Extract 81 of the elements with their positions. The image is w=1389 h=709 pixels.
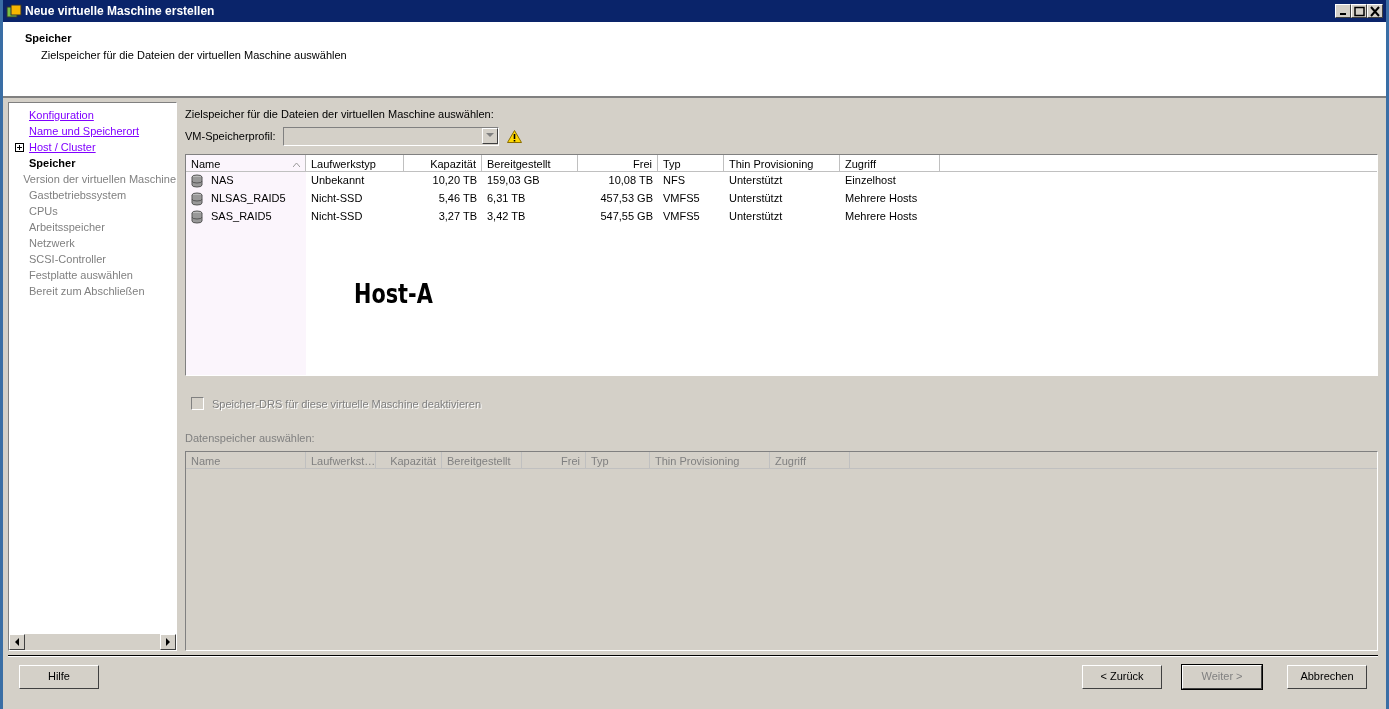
- close-button[interactable]: [1367, 4, 1383, 18]
- drs-label: Speicher-DRS für diese virtuelle Maschine deaktivieren: [212, 396, 481, 412]
- datastore-label: Datenspeicher auswählen:: [185, 431, 316, 446]
- table-cell[interactable]: NAS: [211, 172, 234, 189]
- table-cell-text: 547,55 GB: [599, 209, 654, 225]
- table-cell-text: Unterstützt: [728, 209, 784, 225]
- column-header: Frei: [522, 451, 586, 468]
- column-header: Thin Provisioning: [650, 451, 770, 468]
- table-cell-text: 159,03 GB: [486, 173, 541, 189]
- column-header: Laufwerkst…: [306, 451, 376, 468]
- database-icon: [191, 191, 203, 206]
- maximize-button[interactable]: [1351, 4, 1367, 18]
- caret-icon: [486, 133, 495, 138]
- close-icon: [1369, 5, 1381, 17]
- column-header[interactable]: Kapazität: [404, 154, 482, 171]
- table-cell-text: VMFS5: [662, 209, 701, 225]
- table-cell-text: 10,08 TB: [607, 173, 654, 189]
- table-cell-text: 5,46 TB: [437, 191, 478, 207]
- table-cell-text: VMFS5: [662, 191, 701, 207]
- wizard-step: Netzwerk: [29, 234, 75, 252]
- expand-icon[interactable]: [14, 142, 24, 152]
- minimize-icon: [1340, 13, 1346, 15]
- table-cell-text: Unterstützt: [728, 191, 784, 207]
- table-cell-text: NFS: [662, 173, 686, 189]
- wizard-step: CPUs: [29, 202, 58, 220]
- column-header: Name: [186, 451, 306, 468]
- wizard-step[interactable]: Name und Speicherort: [29, 122, 140, 140]
- wizard-step: Gastbetriebssystem: [29, 186, 127, 204]
- table-cell-text: 6,31 TB: [486, 191, 527, 207]
- scroll-right-button[interactable]: [160, 634, 176, 650]
- column-header[interactable]: Bereitgestellt: [482, 154, 578, 171]
- column-header[interactable]: Name: [186, 154, 306, 171]
- nav-button[interactable]: Abbrechen: [1287, 664, 1367, 689]
- table-cell[interactable]: SAS_RAID5: [211, 208, 272, 225]
- column-header[interactable]: Frei: [578, 154, 658, 171]
- table-cell[interactable]: NLSAS_RAID5: [211, 190, 286, 207]
- table-cell-text: 3,42 TB: [486, 209, 527, 225]
- page-title: Speicher: [25, 31, 73, 46]
- wizard-step: Festplatte auswählen: [29, 266, 133, 284]
- minimize-button[interactable]: [1335, 4, 1351, 18]
- wizard-step[interactable]: Konfiguration: [29, 106, 94, 124]
- instruction-text: Zielspeicher für die Dateien der virtuellen Maschine auswählen:: [185, 107, 495, 122]
- column-header[interactable]: Typ: [658, 154, 724, 171]
- column-header: Zugriff: [770, 451, 850, 468]
- column-header[interactable]: Zugriff: [840, 154, 940, 171]
- right-arrow-icon: [165, 638, 171, 646]
- wizard-step: SCSI-Controller: [29, 250, 107, 268]
- database-icon: [191, 173, 203, 188]
- table-cell-text: Nicht-SSD: [310, 191, 364, 207]
- table-cell-text: 10,20 TB: [431, 173, 478, 189]
- table-cell-text: Unterstützt: [728, 173, 784, 189]
- column-header: Kapazität: [376, 451, 442, 468]
- table-cell-text: Mehrere Hosts: [844, 209, 919, 225]
- column-header: Bereitgestellt: [442, 451, 522, 468]
- profile-label: VM-Speicherprofil:: [185, 128, 276, 144]
- column-header: Typ: [586, 451, 650, 468]
- left-arrow-icon: [14, 638, 20, 646]
- host-label: Host-A: [354, 277, 433, 311]
- table-cell-text: Unbekannt: [310, 173, 366, 189]
- wizard-step: Speicher: [29, 154, 76, 172]
- wizard-step: Bereit zum Abschließen: [29, 282, 145, 300]
- nav-button[interactable]: < Zurück: [1082, 664, 1162, 689]
- app-icon: [6, 3, 22, 20]
- table-cell-text: Mehrere Hosts: [844, 191, 919, 207]
- column-header[interactable]: Laufwerkstyp: [306, 154, 404, 171]
- table-cell-text: 3,27 TB: [437, 209, 478, 225]
- column-header[interactable]: Thin Provisioning: [724, 154, 840, 171]
- window-title: Neue virtuelle Maschine erstellen: [25, 3, 216, 20]
- wizard-step: Arbeitsspeicher: [29, 218, 105, 236]
- maximize-icon: [1353, 5, 1365, 17]
- nav-button: Weiter >: [1182, 664, 1262, 689]
- wizard-step[interactable]: Host / Cluster: [29, 138, 96, 156]
- table-cell-text: Nicht-SSD: [310, 209, 364, 225]
- table-cell-text: 457,53 GB: [599, 191, 654, 207]
- database-icon: [191, 209, 203, 224]
- help-button[interactable]: Hilfe: [19, 664, 99, 689]
- sort-ascending-icon: [293, 162, 300, 167]
- page-subtitle: Zielspeicher für die Dateien der virtuellen Maschine auswählen: [40, 47, 348, 63]
- table-cell-text: Einzelhost: [844, 173, 897, 189]
- scroll-left-button[interactable]: [9, 634, 25, 650]
- wizard-step: Version der virtuellen Maschine: [23, 170, 176, 188]
